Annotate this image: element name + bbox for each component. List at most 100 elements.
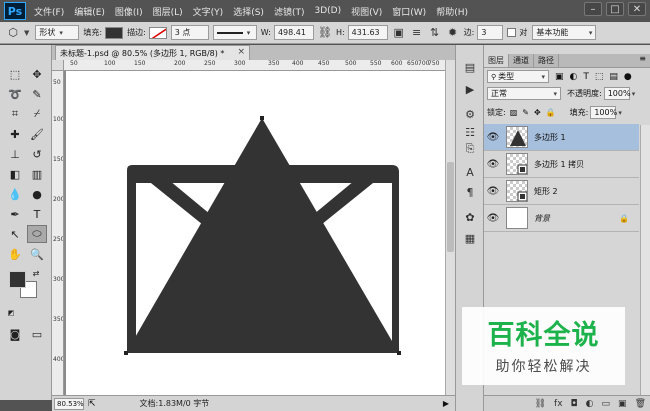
healing-brush-tool-icon[interactable]: ✚ [5, 125, 25, 143]
eye-icon[interactable]: 👁 [484, 159, 502, 170]
ruler-horizontal[interactable]: 50 100 150 200 250 300 350 400 450 500 5… [64, 60, 445, 71]
fill-swatch[interactable] [105, 26, 124, 39]
eye-icon[interactable]: 👁 [484, 132, 502, 143]
tab-channels[interactable]: 通道 [509, 54, 534, 67]
layer-style-icon[interactable]: fx [554, 399, 563, 409]
foreground-color-swatch[interactable] [9, 271, 26, 288]
menu-select[interactable]: 选择(S) [233, 5, 264, 18]
dodge-tool-icon[interactable]: ● [27, 185, 47, 203]
character-panel-icon[interactable]: A [463, 165, 477, 179]
new-group-icon[interactable]: ▭ [602, 399, 611, 409]
menu-3d[interactable]: 3D(D) [314, 6, 341, 16]
marquee-tool-icon[interactable]: ⬚ [5, 65, 25, 83]
path-alignment-icon[interactable]: ≡ [410, 26, 424, 40]
swatches-panel-icon[interactable]: ✿ [463, 210, 477, 224]
layer-filter-select[interactable]: ⚲ 类型 ▾ [487, 70, 549, 83]
grid-panel-icon[interactable]: ▦ [463, 231, 477, 245]
menu-file[interactable]: 文件(F) [34, 5, 64, 18]
anchor-point[interactable] [260, 116, 264, 120]
ruler-vertical[interactable]: 50 100 150 200 250 300 350 400 [52, 71, 64, 395]
export-icon[interactable]: ⇱ [88, 399, 96, 409]
layer-name[interactable]: 背景 [534, 213, 550, 224]
layer-name[interactable]: 矩形 2 [534, 186, 558, 197]
trash-icon[interactable]: 🗑 [635, 399, 646, 409]
chevron-down-icon[interactable]: ▼ [24, 29, 29, 37]
blur-tool-icon[interactable]: 💧 [5, 185, 25, 203]
filter-toggle-icon[interactable]: ● [624, 72, 632, 82]
menu-window[interactable]: 窗口(W) [392, 5, 426, 18]
lasso-tool-icon[interactable]: ➰ [5, 85, 25, 103]
layer-row-rectangle-2[interactable]: 👁 矩形 2 [484, 178, 639, 205]
filter-adjustment-icon[interactable]: ◐ [570, 72, 578, 82]
layer-row-polygon-1-copy[interactable]: 👁 多边形 1 拷贝 [484, 151, 639, 178]
actions-panel-icon[interactable]: ▶ [463, 82, 477, 96]
close-document-button[interactable]: × [237, 47, 245, 57]
quick-select-tool-icon[interactable]: ✎ [27, 85, 47, 103]
scrollbar-thumb[interactable] [447, 162, 454, 252]
anchor-point[interactable] [124, 351, 128, 355]
gear-icon[interactable]: ✹ [446, 26, 460, 40]
tool-mode-select[interactable]: 形状 ▾ [35, 25, 80, 40]
menu-layer[interactable]: 图层(L) [153, 5, 183, 18]
layer-row-background[interactable]: 👁 背景 🔒 [484, 205, 639, 232]
edges-field[interactable]: 3 [477, 25, 504, 40]
crop-tool-icon[interactable]: ⌗ [5, 105, 25, 123]
history-panel-icon[interactable]: ▤ [463, 60, 477, 74]
layer-name[interactable]: 多边形 1 [534, 132, 566, 143]
width-field[interactable]: 498.41 [273, 25, 314, 40]
paragraph-panel-icon[interactable]: ¶ [463, 185, 477, 199]
move-tool-icon[interactable]: ✥ [27, 65, 47, 83]
zoom-level-field[interactable]: 80.53% [54, 397, 84, 410]
path-operations-icon[interactable]: ▣ [392, 26, 406, 40]
properties-panel-icon[interactable]: ☷ [463, 125, 477, 139]
type-tool-icon[interactable]: T [27, 205, 47, 223]
document-info[interactable]: 文档:1.83M/0 字节 [140, 398, 210, 409]
stroke-type-select[interactable]: ▾ [212, 25, 257, 40]
swap-colors-icon[interactable]: ⇄ [30, 267, 42, 279]
stroke-swatch[interactable] [148, 26, 167, 39]
tab-paths[interactable]: 路径 [534, 54, 559, 67]
layers-scrollbar[interactable] [640, 125, 650, 395]
filter-smart-object-icon[interactable]: ▤ [609, 72, 618, 82]
lock-all-icon[interactable]: 🔒 [546, 108, 556, 117]
triangle-shape[interactable] [126, 118, 399, 353]
pen-tool-icon[interactable]: ✒ [5, 205, 25, 223]
lock-transparency-icon[interactable]: ▨ [510, 108, 518, 117]
path-arrangement-icon[interactable]: ⇅ [428, 26, 442, 40]
history-brush-tool-icon[interactable]: ↺ [27, 145, 47, 163]
filter-shape-icon[interactable]: ⬚ [595, 72, 604, 82]
lock-pixels-icon[interactable]: ✎ [522, 108, 529, 117]
clone-stamp-tool-icon[interactable]: ⊥ [5, 145, 25, 163]
eyedropper-tool-icon[interactable]: ⌿ [27, 105, 47, 123]
menu-edit[interactable]: 编辑(E) [74, 5, 105, 18]
minimize-button[interactable]: – [584, 2, 602, 16]
eye-icon[interactable]: 👁 [484, 213, 502, 224]
menu-image[interactable]: 图像(I) [115, 5, 143, 18]
document-tab[interactable]: 未标题-1.psd @ 80.5% (多边形 1, RGB/8) * × [55, 45, 250, 60]
opacity-field[interactable]: 100% [603, 87, 631, 100]
new-layer-icon[interactable]: ▣ [618, 399, 627, 409]
maximize-button[interactable]: □ [606, 2, 624, 16]
panel-menu-icon[interactable]: ≡ [639, 54, 646, 67]
eye-icon[interactable]: 👁 [484, 186, 502, 197]
stroke-width-field[interactable]: 3 点 [170, 25, 209, 40]
filter-pixel-icon[interactable]: ▣ [555, 72, 564, 82]
chevron-right-icon[interactable]: ▶ [443, 399, 449, 408]
zoom-tool-icon[interactable]: 🔍 [27, 245, 47, 263]
menu-type[interactable]: 文字(Y) [193, 5, 224, 18]
anchor-point[interactable] [397, 351, 401, 355]
menu-view[interactable]: 视图(V) [351, 5, 382, 18]
eraser-tool-icon[interactable]: ◧ [5, 165, 25, 183]
polygon-tool-icon[interactable]: ⬭ [27, 225, 47, 243]
align-edges-checkbox[interactable] [507, 28, 517, 37]
path-selection-tool-icon[interactable]: ↖ [5, 225, 25, 243]
vertical-scrollbar[interactable] [445, 60, 455, 395]
link-icon[interactable]: ⛓ [318, 26, 332, 40]
adjustments-panel-icon[interactable]: ⚙ [463, 107, 477, 121]
canvas-area[interactable] [64, 71, 445, 395]
workspace-select[interactable]: 基本功能 ▾ [532, 25, 597, 40]
link-layers-icon[interactable]: ⛓ [535, 399, 546, 409]
chevron-down-icon[interactable]: ▾ [632, 90, 636, 98]
menu-help[interactable]: 帮助(H) [436, 5, 468, 18]
close-window-button[interactable]: ✕ [628, 2, 646, 16]
